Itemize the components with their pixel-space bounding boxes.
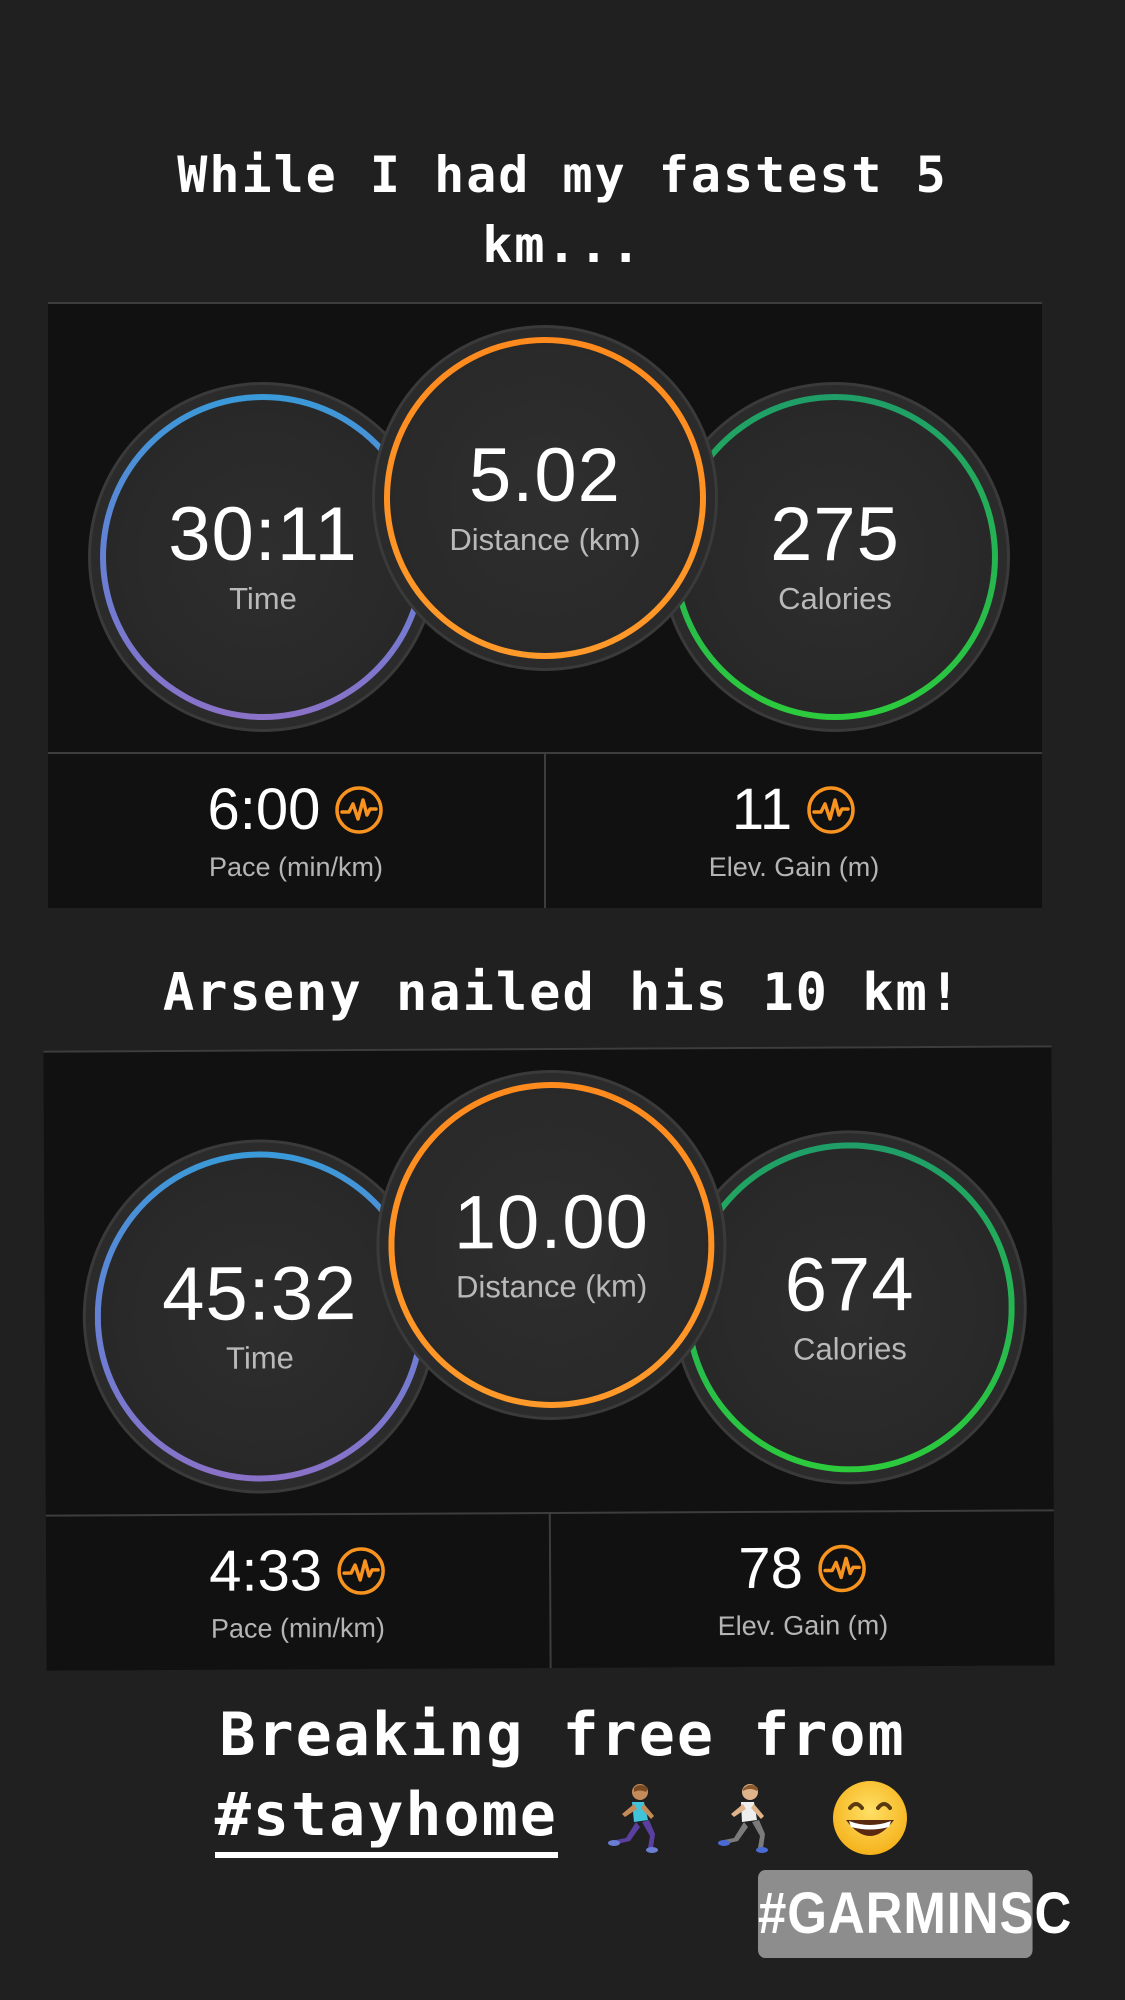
caption-line-2: #stayhome: [0, 1775, 1125, 1858]
pulse-icon: [818, 1544, 866, 1593]
garminsc-tag-badge[interactable]: #GARMINSC: [758, 1870, 1071, 1958]
distance-label: Distance (km): [455, 1268, 648, 1305]
pace-value: 6:00: [207, 777, 321, 842]
time-value: 45:32: [161, 1251, 358, 1338]
pace-value: 4:33: [208, 1538, 323, 1604]
distance-label: Distance (km): [449, 522, 641, 557]
pace-stat: 4:33 Pace (min/km): [46, 1514, 550, 1671]
calories-ring: 275 Calories: [672, 394, 998, 720]
elevation-value: 78: [738, 1535, 804, 1602]
distance-value: 5.02: [469, 433, 621, 518]
activity-card-10k: 45:32 Time 674 Calories 10.00 Distance (…: [43, 1045, 1055, 1671]
elevation-label: Elev. Gain (m): [708, 852, 880, 882]
caption-line-1: Breaking free from: [219, 1700, 906, 1770]
caption-breaking-free: Breaking free from #stayhome: [0, 1695, 1125, 1858]
time-label: Time: [229, 581, 297, 616]
elevation-stat: 11 Elev. Gain (m): [544, 754, 1042, 908]
pulse-icon: [337, 1547, 385, 1595]
grinning-face-emoji: [833, 1781, 908, 1856]
caption-arseny-10k: Arseny nailed his 10 km!: [162, 963, 963, 1023]
pace-stat: 6:00 Pace (min/km): [48, 754, 544, 908]
stats-row: 4:33 Pace (min/km) 78 Elev. Gain (m): [45, 1509, 1055, 1671]
calories-ring: 674 Calories: [683, 1141, 1016, 1474]
elevation-stat: 78 Elev. Gain (m): [548, 1511, 1055, 1669]
distance-ring: 5.02 Distance (km): [384, 337, 706, 659]
calories-label: Calories: [778, 581, 892, 616]
woman-running-emoji: [607, 1784, 658, 1854]
stayhome-hashtag[interactable]: #stayhome: [214, 1780, 558, 1858]
calories-label: Calories: [793, 1331, 907, 1367]
pulse-icon: [807, 786, 855, 834]
elevation-label: Elev. Gain (m): [717, 1610, 889, 1642]
activity-card-5k: 30:11 Time 275 Calories 5.02 Distance (k…: [48, 302, 1042, 908]
pace-label: Pace (min/km): [210, 1612, 386, 1644]
man-running-emoji: [718, 1784, 769, 1854]
time-label: Time: [226, 1340, 294, 1376]
stats-row: 6:00 Pace (min/km) 11 Elev. Gain (m): [48, 752, 1042, 908]
pace-label: Pace (min/km): [208, 852, 384, 882]
time-ring: 45:32 Time: [93, 1150, 426, 1483]
story-page: While I had my fastest 5 km... 30:11 Tim…: [0, 0, 1125, 2000]
calories-value: 275: [770, 492, 900, 577]
caption-fastest-5k: While I had my fastest 5 km...: [177, 146, 948, 274]
time-ring: 30:11 Time: [100, 394, 426, 720]
distance-ring: 10.00 Distance (km): [387, 1081, 716, 1409]
pulse-icon: [335, 786, 384, 834]
time-value: 30:11: [168, 492, 358, 577]
elevation-value: 11: [731, 777, 793, 842]
calories-value: 674: [784, 1242, 915, 1328]
distance-value: 10.00: [453, 1179, 650, 1266]
